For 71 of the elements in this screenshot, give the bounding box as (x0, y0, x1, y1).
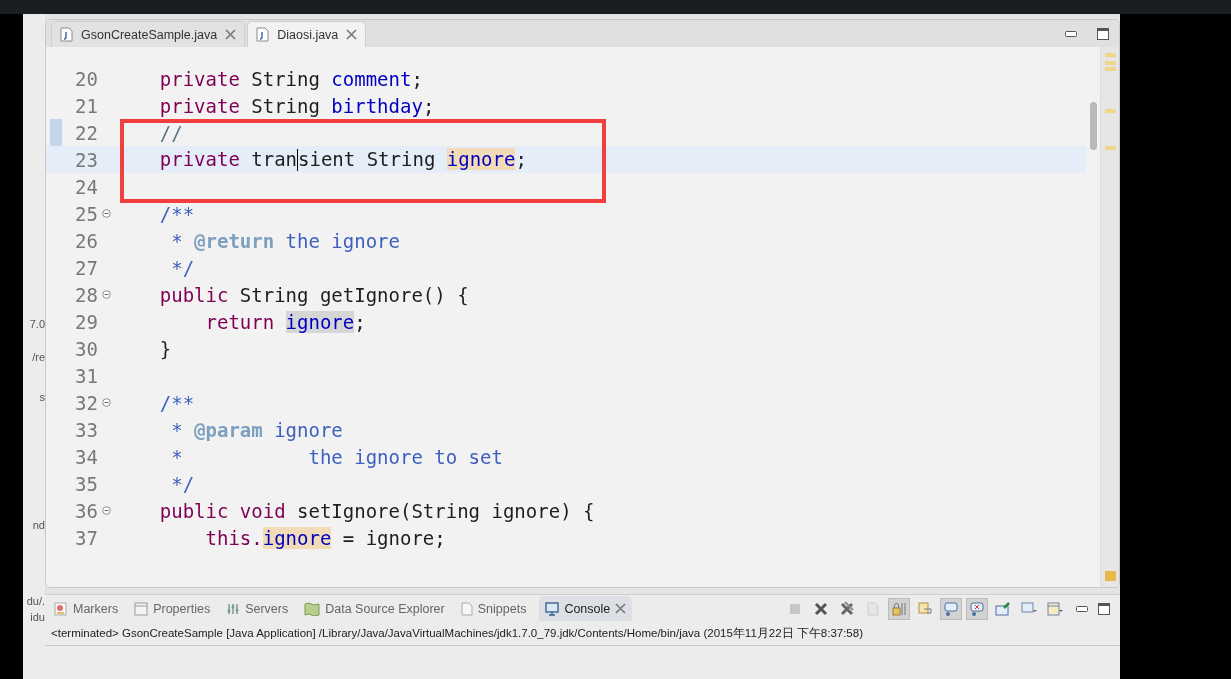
line-number: 26 (74, 229, 98, 252)
properties-icon (134, 601, 149, 616)
line-number: 35 (74, 472, 98, 495)
editor-tab[interactable]: GsonCreateSample.java (51, 21, 246, 47)
line-number: 21 (74, 94, 98, 117)
monitor-icon (545, 601, 560, 616)
line-number: 23 (74, 148, 98, 171)
line-number: 33 (74, 418, 98, 441)
line-number: 25 (74, 202, 98, 225)
view-tab[interactable]: Markers (51, 596, 122, 621)
line-number: 22 (74, 121, 98, 144)
code-line: } (158, 337, 172, 360)
line-number: 32 (74, 391, 98, 414)
minimize-icon[interactable] (1076, 605, 1088, 612)
marker-icon (54, 601, 68, 616)
show-output-icon[interactable] (940, 597, 962, 620)
code-line: * the ignore to set (170, 445, 503, 468)
line-number: 29 (74, 310, 98, 333)
scroll-lock-icon[interactable] (888, 597, 910, 620)
line-number: 20 (74, 67, 98, 90)
show-error-icon[interactable] (966, 597, 988, 620)
close-icon[interactable] (615, 603, 627, 614)
code-line: this.ignore = ignore; (204, 526, 446, 549)
line-number: 27 (74, 256, 98, 279)
side-panel-text: /re (32, 350, 45, 364)
view-tab[interactable]: Console (539, 596, 633, 621)
map-icon (304, 601, 321, 616)
code-line: /** (158, 202, 195, 225)
code-line: private String birthday; (158, 94, 435, 117)
view-tab[interactable]: Servers (223, 596, 292, 621)
side-panel-text: s (39, 390, 45, 404)
console-header: <terminated> GsonCreateSample [Java Application] /Library/Java/JavaVirtualMachines/jdk1.7.0_79.jdk/Contents/Home/bin/java (2015年11月22日 下午8:37:58) (45, 622, 1120, 646)
collapse-icon[interactable] (101, 506, 111, 515)
line-number: 34 (74, 445, 98, 468)
code-line: private tran sient String ignore; (158, 147, 527, 172)
line-number: 37 (74, 526, 98, 549)
side-panel-text: 7.0 (29, 317, 45, 331)
collapse-icon[interactable] (101, 290, 111, 299)
code-line: return ignore; (204, 310, 366, 333)
side-panel-text: nd (32, 518, 45, 532)
line-number: 30 (74, 337, 98, 360)
line-number: 31 (74, 364, 98, 387)
code-line: public String getIgnore() { (158, 283, 469, 306)
editor-tab[interactable]: Diaosi.java (247, 21, 367, 47)
close-icon[interactable] (346, 29, 358, 40)
side-panel-text: idu (30, 610, 45, 624)
code-line: */ (170, 472, 195, 495)
java-file-icon (60, 27, 73, 42)
view-tab[interactable]: Data Source Explorer (301, 596, 448, 621)
document-icon (460, 601, 473, 616)
maximize-icon[interactable] (1098, 602, 1110, 615)
servers-icon (226, 601, 241, 616)
view-tab[interactable]: Snippets (457, 596, 530, 621)
line-number: 28 (74, 283, 98, 306)
code-line: public void setIgnore(String ignore) { (158, 499, 595, 522)
code-line: * @param ignore (170, 418, 343, 441)
code-line: private String comment; (158, 67, 423, 90)
code-line: */ (170, 256, 195, 279)
code-line: * @return the ignore (170, 229, 400, 252)
side-panel-text: du/. (26, 594, 45, 608)
collapse-icon[interactable] (101, 398, 111, 407)
line-number: 36 (74, 499, 98, 522)
minimize-icon[interactable] (1065, 30, 1077, 37)
close-icon[interactable] (225, 29, 237, 40)
collapse-icon[interactable] (101, 209, 111, 218)
view-tab[interactable]: Properties (131, 596, 214, 621)
code-line: /** (158, 391, 195, 414)
line-number: 24 (74, 175, 98, 198)
code-line: // (158, 121, 183, 144)
maximize-icon[interactable] (1097, 27, 1109, 40)
java-file-icon (256, 27, 270, 42)
